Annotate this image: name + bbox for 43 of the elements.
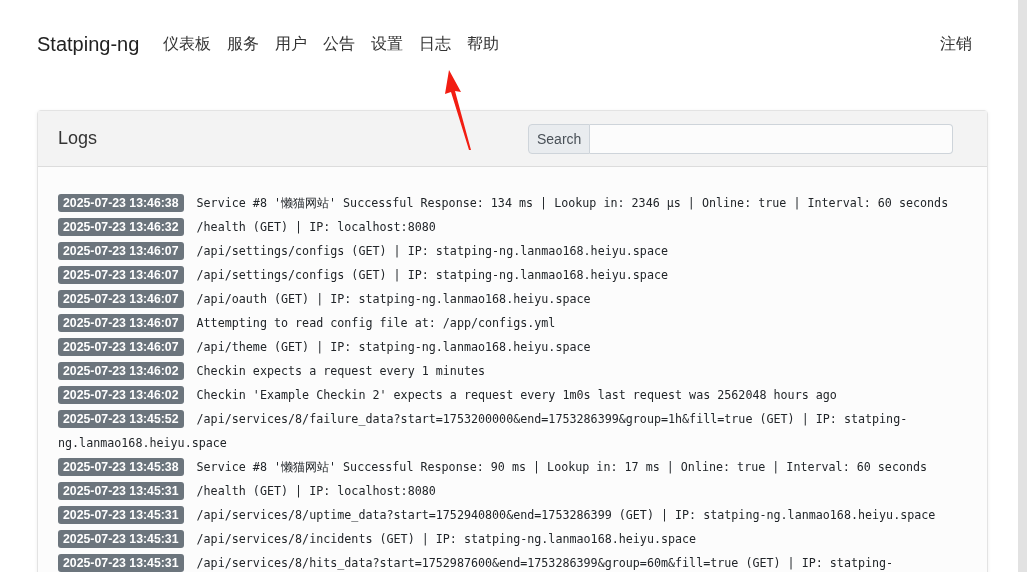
log-message: /api/theme (GET) | IP: statping-ng.lanmao168.heiyu.space — [196, 340, 591, 354]
card-title: Logs — [58, 128, 99, 149]
nav-link[interactable]: 帮助 — [467, 33, 500, 55]
log-message: /api/settings/configs (GET) | IP: statping-ng.lanmao168.heiyu.space — [196, 268, 668, 282]
log-message: /api/services/8/incidents (GET) | IP: statping-ng.lanmao168.heiyu.space — [196, 532, 697, 546]
timestamp-badge: 2025-07-23 13:45:31 — [58, 506, 184, 524]
log-message: Service #8 '懒猫网站' Successful Response: 90 ms | Lookup in: 17 ms | Online: true | Interval: 60 seconds — [196, 460, 928, 474]
brand-link[interactable]: Statping-ng — [37, 32, 140, 56]
timestamp-badge: 2025-07-23 13:46:07 — [58, 290, 184, 308]
nav-link[interactable]: 仪表板 — [163, 33, 212, 55]
timestamp-badge: 2025-07-23 13:45:31 — [58, 530, 184, 548]
logout-link[interactable]: 注销 — [940, 33, 972, 55]
timestamp-badge: 2025-07-23 13:46:07 — [58, 338, 184, 356]
timestamp-badge: 2025-07-23 13:45:52 — [58, 410, 184, 428]
timestamp-badge: 2025-07-23 13:46:02 — [58, 386, 184, 404]
timestamp-badge: 2025-07-23 13:45:31 — [58, 482, 184, 500]
log-message: /health (GET) | IP: localhost:8080 — [196, 220, 436, 234]
log-message-continuation: ng.lanmao168.heiyu.space — [58, 435, 227, 452]
log-message: /api/services/8/uptime_data?start=1752940800&end=1753286399 (GET) | IP: statping-ng.lanmao168.heiyu.space — [196, 508, 936, 522]
timestamp-badge: 2025-07-23 13:46:07 — [58, 242, 184, 260]
nav-link[interactable]: 公告 — [323, 33, 356, 55]
timestamp-badge: 2025-07-23 13:46:02 — [58, 362, 184, 380]
log-message: Checkin expects a request every 1 minutes — [196, 364, 486, 378]
nav-link[interactable]: 设置 — [371, 33, 404, 55]
log-message: Service #8 '懒猫网站' Successful Response: 134 ms | Lookup in: 2346 µs | Online: true | Interval: 60 seconds — [196, 196, 949, 210]
nav-link[interactable]: 服务 — [227, 33, 260, 55]
log-message: /api/oauth (GET) | IP: statping-ng.lanmao168.heiyu.space — [196, 292, 591, 306]
log-message: /api/services/8/failure_data?start=1753200000&end=1753286399&group=1h&fill=true (GET) | IP: statping- — [196, 412, 908, 426]
search-button[interactable]: Search — [528, 123, 591, 154]
timestamp-badge: 2025-07-23 13:46:07 — [58, 314, 184, 332]
timestamp-badge: 2025-07-23 13:46:07 — [58, 266, 184, 284]
log-message: /api/services/8/hits_data?start=1752987600&end=1753286399&group=60m&fill=true (GET) | IP: statping- — [196, 556, 894, 570]
timestamp-badge: 2025-07-23 13:45:31 — [58, 554, 184, 572]
nav-link[interactable]: 日志 — [419, 33, 452, 55]
timestamp-badge: 2025-07-23 13:46:32 — [58, 218, 184, 236]
timestamp-badge: 2025-07-23 13:46:38 — [58, 194, 184, 212]
log-message: /api/settings/configs (GET) | IP: statping-ng.lanmao168.heiyu.space — [196, 244, 668, 258]
nav-link[interactable]: 用户 — [275, 33, 308, 55]
log-message: Attempting to read config file at: /app/configs.yml — [196, 316, 556, 330]
log-message: /health (GET) | IP: localhost:8080 — [196, 484, 436, 498]
log-message: Checkin 'Example Checkin 2' expects a request every 1m0s last request was 2562048 hours ago — [196, 388, 837, 402]
timestamp-badge: 2025-07-23 13:45:38 — [58, 458, 184, 476]
search-field[interactable] — [590, 123, 953, 154]
